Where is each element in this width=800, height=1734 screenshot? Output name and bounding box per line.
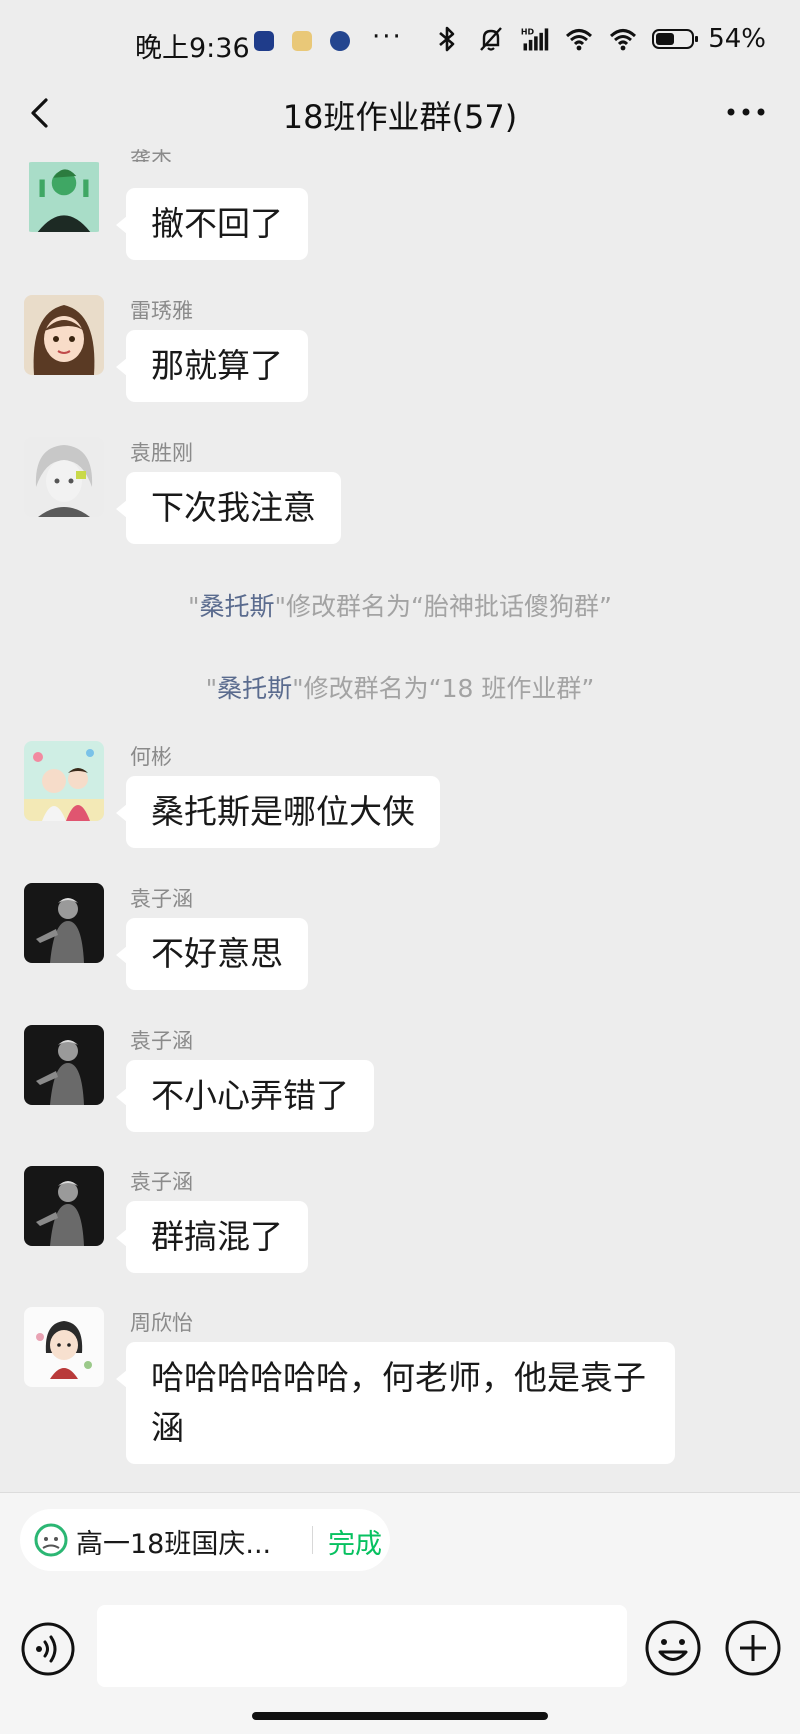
status-bar: 晚上9:36 ··· HD 54% (0, 0, 800, 88)
sender-name: 袁子涵 (130, 1170, 193, 1194)
message-text: 哈哈哈哈哈哈，何老师，他是袁子涵 (151, 1358, 646, 1447)
bell-muted-icon (480, 27, 503, 51)
message-text: 群搞混了 (151, 1217, 283, 1256)
sender-name: 何彬 (130, 745, 172, 769)
more-functions-button[interactable] (724, 1619, 782, 1677)
avatar[interactable] (24, 1025, 104, 1105)
message-bubble[interactable]: 不小心弄错了 (116, 1060, 374, 1132)
quote-mark: " (292, 674, 304, 703)
message-bubble[interactable]: 群搞混了 (116, 1201, 308, 1273)
message-bubble[interactable]: 那就算了 (116, 330, 308, 402)
home-indicator[interactable] (252, 1712, 548, 1720)
quote-mark: " (188, 592, 200, 621)
app-notification-icon (330, 31, 350, 51)
emoji-button[interactable] (644, 1619, 702, 1677)
avatar[interactable] (24, 1307, 104, 1387)
chip-divider (312, 1526, 313, 1554)
pinned-task-title: 高一18班国庆... (76, 1529, 272, 1560)
message-input[interactable] (97, 1605, 627, 1687)
quote-mark: " (274, 592, 287, 621)
app-notification-icon (292, 31, 312, 51)
message-text: 撤不回了 (151, 204, 283, 243)
more-notifications-icon: ··· (372, 22, 403, 52)
voice-input-button[interactable] (20, 1621, 76, 1677)
app-notification-icon (254, 31, 274, 51)
avatar[interactable] (24, 437, 104, 517)
message-bubble[interactable]: 桑托斯是哪位大侠 (116, 776, 440, 848)
battery-percentage: 54% (708, 24, 766, 54)
sender-name: 袁子涵 (130, 1029, 193, 1053)
hd-signal-icon: HD (521, 28, 549, 51)
sender-name: 袁子涵 (130, 887, 193, 911)
battery-cap (695, 36, 699, 42)
message-bubble[interactable]: 下次我注意 (116, 472, 341, 544)
avatar[interactable] (24, 162, 104, 232)
avatar[interactable] (24, 295, 104, 375)
message-text: 下次我注意 (151, 488, 316, 527)
chat-title: 18班作业群(57) (282, 98, 518, 136)
message-bubble[interactable]: 哈哈哈哈哈哈，何老师，他是袁子涵 (116, 1342, 675, 1464)
system-notice-nickname[interactable]: 桑托斯 (217, 674, 292, 703)
wifi-alt-icon (610, 29, 637, 51)
message-text: 桑托斯是哪位大侠 (151, 792, 415, 831)
system-notice-text: 修改群名为“胎神批话傻狗群” (286, 592, 612, 621)
quote-mark: " (205, 674, 218, 703)
system-notice-text: 修改群名为“18 班作业群” (303, 674, 595, 703)
battery-icon (652, 29, 699, 49)
message-text: 不好意思 (151, 934, 283, 973)
avatar[interactable] (24, 1166, 104, 1246)
bluetooth-icon (439, 26, 455, 52)
group-task-icon (34, 1523, 68, 1557)
pinned-task-chip[interactable]: 高一18班国庆... 完成 (20, 1509, 390, 1571)
sender-name: 袁胜刚 (130, 441, 193, 465)
status-time: 晚上9:36 (135, 33, 250, 64)
message-bubble[interactable]: 不好意思 (116, 918, 308, 990)
avatar[interactable] (24, 741, 104, 821)
chat-input-area: 高一18班国庆... 完成 (0, 1492, 800, 1734)
sender-name: 周欣怡 (130, 1311, 193, 1335)
message-text: 那就算了 (151, 346, 283, 385)
svg-text:HD: HD (521, 28, 535, 37)
sender-name: 雷琇雅 (130, 299, 193, 323)
chat-header: 18班作业群(57) (0, 88, 800, 140)
system-notice: "桑托斯"修改群名为“18 班作业群” (0, 669, 800, 705)
more-options-button[interactable] (726, 106, 766, 118)
pinned-task-status[interactable]: 完成 (328, 1522, 382, 1561)
message-bubble[interactable]: 撤不回了 (116, 188, 308, 260)
wifi-icon (566, 29, 593, 51)
system-notice-nickname[interactable]: 桑托斯 (200, 592, 275, 621)
system-notice: "桑托斯"修改群名为“胎神批话傻狗群” (0, 587, 800, 623)
avatar[interactable] (24, 883, 104, 963)
message-text: 不小心弄错了 (151, 1076, 349, 1115)
battery-level-fill (656, 33, 675, 45)
sender-name: 龚杰 (130, 148, 172, 162)
